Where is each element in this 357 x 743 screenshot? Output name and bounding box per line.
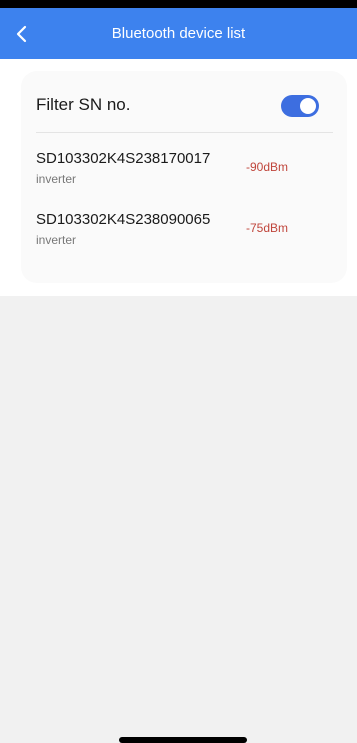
device-item[interactable]: SD103302K4S238090065 inverter -75dBm [36, 211, 333, 255]
device-type: inverter [36, 233, 77, 247]
header-bar: Bluetooth device list [0, 8, 357, 59]
device-card: Filter SN no. SD103302K4S238170017 inver… [21, 71, 347, 283]
device-sn: SD103302K4S238170017 [36, 150, 211, 167]
page-title: Bluetooth device list [111, 25, 246, 42]
filter-toggle[interactable] [281, 95, 319, 117]
filter-row: Filter SN no. [36, 93, 333, 119]
device-sn: SD103302K4S238090065 [36, 211, 211, 228]
divider [36, 132, 333, 133]
device-item[interactable]: SD103302K4S238170017 inverter -90dBm [36, 150, 333, 194]
empty-area [0, 296, 357, 743]
top-border [0, 0, 357, 8]
device-rssi: -75dBm [246, 221, 289, 235]
device-type: inverter [36, 172, 77, 186]
toggle-knob [300, 98, 316, 114]
device-rssi: -90dBm [246, 160, 289, 174]
home-indicator [119, 737, 247, 743]
filter-label: Filter SN no. [36, 95, 131, 114]
